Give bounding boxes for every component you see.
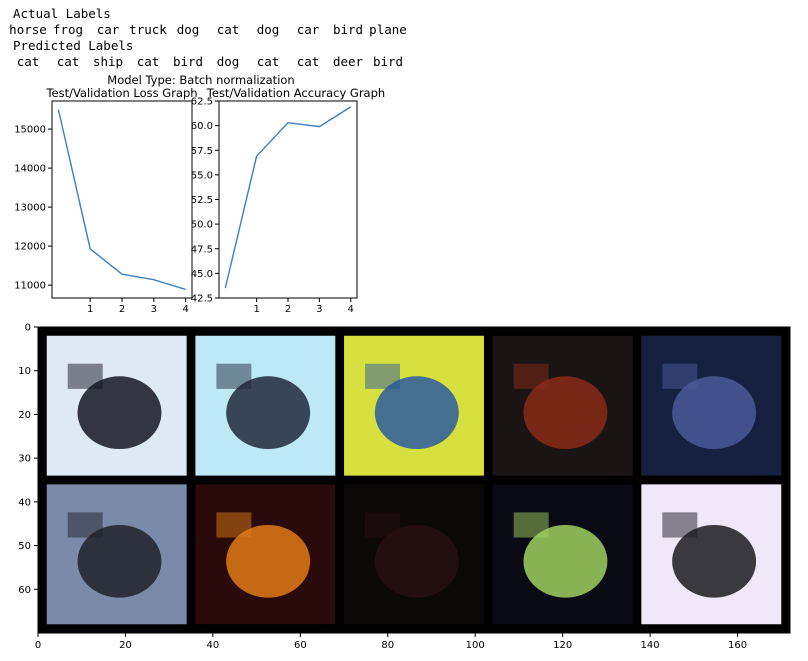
grid-xtick-label: 160 [728, 640, 747, 651]
accuracy-ytick-label: 60.0 [191, 121, 213, 132]
image-tile-detail [662, 363, 698, 389]
image-tile-detail [365, 363, 401, 389]
image-tile-detail [365, 512, 401, 538]
grid-xtick-label: 100 [466, 640, 485, 651]
grid-ytick-label: 40 [18, 497, 31, 508]
loss-series-line [57, 109, 186, 291]
grid-xtick-label: 0 [35, 640, 41, 651]
loss-ytick-label: 15000 [14, 125, 46, 136]
grid-xtick-label: 60 [294, 640, 307, 651]
accuracy-xtick-label: 3 [316, 304, 322, 315]
accuracy-xtick-label: 4 [348, 304, 354, 315]
accuracy-ytick-label: 45.0 [191, 269, 213, 280]
image-tile-detail [662, 512, 698, 538]
grid-ytick-label: 10 [18, 366, 31, 377]
loss-ytick-label: 14000 [14, 164, 46, 175]
image-grid-plot: 0 20 40 60 80 100 120 140 160 0 10 20 30 40 50 60 [18, 323, 791, 651]
accuracy-chart-frame [218, 100, 358, 299]
accuracy-ytick-label: 62.5 [191, 97, 213, 108]
image-tile-dog [195, 484, 336, 625]
image-tile-dog [641, 335, 782, 476]
image-tile-detail [513, 512, 549, 538]
grid-xtick-label: 40 [207, 640, 220, 651]
loss-ytick-label: 12000 [14, 242, 46, 253]
accuracy-series-line [224, 106, 352, 289]
loss-chart: Test/Validation Loss Graph 1 2 3 4 11000 1200… [14, 86, 197, 315]
image-tile-cat [46, 484, 187, 625]
image-tile-detail [513, 363, 549, 389]
notebook-output: { "text_output": { "actual_heading": "Ac… [0, 0, 808, 661]
image-tile-car [344, 335, 484, 476]
loss-xtick-label: 2 [119, 304, 125, 315]
grid-ytick-label: 30 [18, 454, 31, 465]
loss-xtick-label: 1 [87, 304, 93, 315]
image-tile-detail [67, 512, 103, 538]
image-tile-plane [641, 484, 782, 625]
grid-xtick-label: 80 [381, 640, 394, 651]
loss-chart-frame [51, 100, 193, 299]
accuracy-ytick-label: 52.5 [191, 195, 213, 206]
grid-ytick-label: 50 [18, 541, 31, 552]
image-tile-detail [216, 512, 252, 538]
accuracy-ytick-label: 50.0 [191, 220, 213, 231]
grid-ytick-label: 0 [25, 323, 31, 334]
loss-ytick-label: 11000 [14, 281, 46, 292]
accuracy-xtick-label: 1 [253, 304, 259, 315]
loss-ytick-label: 13000 [14, 203, 46, 214]
image-tile-truck [492, 335, 633, 476]
image-tile-frog [195, 335, 336, 476]
accuracy-ytick-label: 47.5 [191, 244, 213, 255]
accuracy-ytick-label: 42.5 [191, 294, 213, 305]
image-tile-bird [492, 484, 633, 625]
accuracy-chart-title: Test/Validation Accuracy Graph [206, 86, 385, 100]
grid-xtick-label: 120 [553, 640, 572, 651]
accuracy-xtick-label: 2 [285, 304, 291, 315]
loss-xtick-label: 4 [182, 304, 188, 315]
accuracy-ytick-label: 57.5 [191, 146, 213, 157]
grid-xtick-label: 140 [641, 640, 660, 651]
loss-xtick-label: 3 [151, 304, 157, 315]
grid-xtick-label: 20 [119, 640, 132, 651]
grid-ytick-label: 60 [18, 585, 31, 596]
image-tile-car [344, 484, 484, 625]
figure-suptitle: Model Type: Batch normalization [107, 73, 294, 87]
figure-canvas: Model Type: Batch normalization Test/Val… [14, 73, 791, 651]
image-tile-detail [67, 363, 103, 389]
accuracy-chart: Test/Validation Accuracy Graph 1 2 3 4 42.5 4… [191, 86, 385, 315]
grid-ytick-label: 20 [18, 410, 31, 421]
image-tile-horse [46, 335, 187, 476]
accuracy-ytick-label: 55.0 [191, 170, 213, 181]
image-tile-detail [216, 363, 252, 389]
loss-chart-title: Test/Validation Loss Graph [45, 86, 197, 100]
